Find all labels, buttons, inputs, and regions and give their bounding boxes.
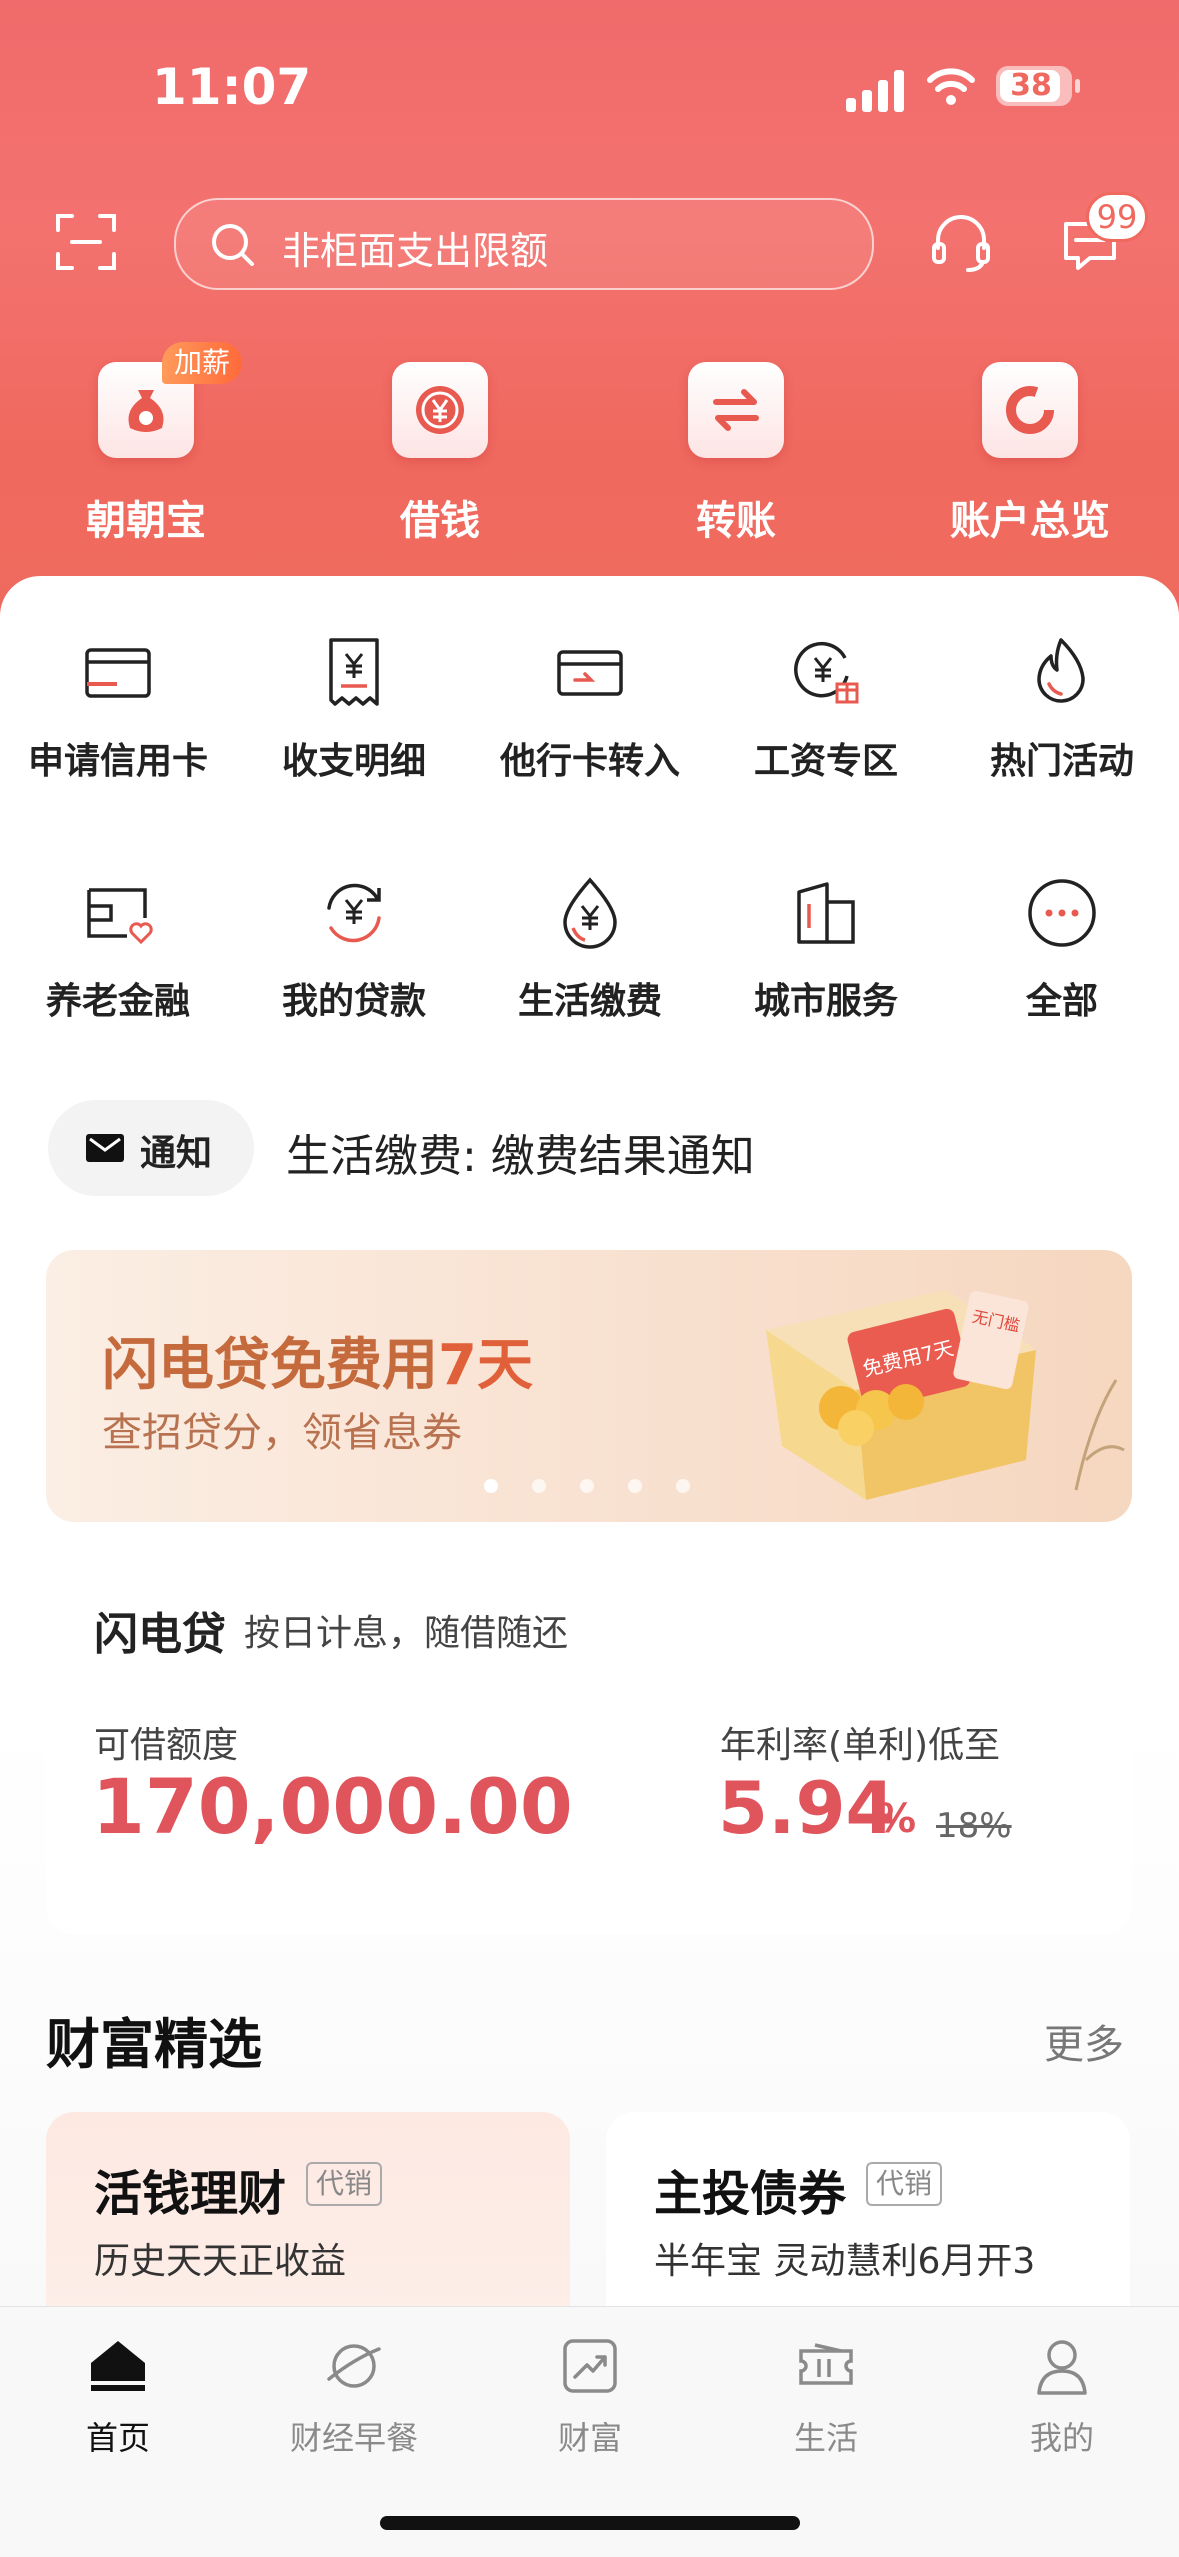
banner-dot-active — [484, 1479, 498, 1493]
banner-dot — [676, 1479, 690, 1493]
more-dots-icon — [1028, 879, 1096, 947]
donut-chart-icon — [1006, 386, 1054, 434]
grid-all-services[interactable]: 全部 — [944, 872, 1179, 1024]
status-time: 11:07 — [152, 58, 312, 116]
more-link[interactable]: 更多 — [1044, 2012, 1124, 2070]
rate-value: 5.94 — [718, 1766, 896, 1850]
water-drop-yuan-icon — [563, 877, 617, 949]
battery-indicator: 38 — [996, 66, 1080, 106]
envelope-icon — [86, 1134, 124, 1162]
flame-icon — [1037, 638, 1085, 703]
grid-transaction-details[interactable]: 收支明细 — [236, 632, 472, 784]
transfer-arrows-icon — [713, 389, 759, 431]
yuan-coin-icon — [416, 386, 464, 434]
receipt-yuan-icon — [329, 638, 379, 706]
grid-hot-activities[interactable]: 热门活动 — [944, 632, 1179, 784]
pension-card-icon — [87, 888, 153, 945]
grid-utility-payment[interactable]: 生活缴费 — [472, 872, 708, 1024]
home-icon — [89, 2341, 147, 2391]
amount-value: 170,000.00 — [92, 1762, 573, 1851]
grid-apply-credit-card[interactable]: 申请信用卡 — [0, 632, 236, 784]
banner-subtitle: 查招贷分，领省息券 — [102, 1410, 462, 1456]
customer-service-icon[interactable] — [928, 210, 994, 276]
message-badge: 99 — [1086, 192, 1148, 242]
gift-box-illustration: 免费用7天 无门槛 — [766, 1290, 1125, 1500]
grid-city-services[interactable]: 城市服务 — [708, 872, 944, 1024]
search-bar[interactable]: 非柜面支出限额 — [174, 198, 874, 290]
loan-name: 闪电贷 — [94, 1609, 226, 1660]
notice-pill[interactable]: 通知 — [48, 1100, 254, 1196]
tab-home[interactable]: 首页 — [0, 2333, 236, 2459]
wealth-card-name: 主投债券 — [654, 2166, 847, 2222]
scan-icon[interactable] — [54, 210, 118, 274]
ticket-icon — [799, 2343, 853, 2385]
salary-gift-icon — [794, 641, 859, 704]
wifi-icon — [927, 68, 975, 105]
feature-tag: 加薪 — [162, 342, 243, 384]
amount-label: 可借额度 — [94, 1725, 239, 1766]
wealth-card-tag: 代销 — [866, 2162, 943, 2206]
feature-account-overview[interactable]: 账户总览 — [930, 362, 1130, 546]
money-bag-icon — [128, 390, 164, 432]
banner-dot — [628, 1479, 642, 1493]
promo-banner[interactable]: 闪电贷免费用7天 查招贷分，领省息券 免费用7天 无门槛 — [46, 1250, 1132, 1522]
home-indicator — [380, 2516, 800, 2530]
city-buildings-icon — [797, 882, 855, 944]
feature-zhaozhaobao[interactable]: 朝朝宝 — [46, 362, 246, 546]
notice-text[interactable]: 生活缴费: 缴费结果通知 — [286, 1120, 755, 1184]
wealth-card-tag: 代销 — [306, 2162, 383, 2206]
grid-pension-finance[interactable]: 养老金融 — [0, 872, 236, 1024]
credit-card-icon — [85, 648, 151, 698]
tab-finance-breakfast[interactable]: 财经早餐 — [236, 2333, 472, 2459]
person-icon — [1037, 2340, 1087, 2395]
wealth-card-desc: 历史天天正收益 — [94, 2241, 347, 2282]
loan-cycle-icon — [327, 883, 381, 943]
search-icon — [212, 224, 254, 266]
grid-salary-zone[interactable]: 工资专区 — [708, 632, 944, 784]
cellular-signal-icon — [846, 68, 910, 112]
rate-label: 年利率(单利)低至 — [720, 1725, 1001, 1766]
loan-desc: 按日计息，随借随还 — [244, 1613, 569, 1654]
original-rate: 18% — [936, 1806, 1012, 1846]
grid-my-loans[interactable]: 我的贷款 — [236, 872, 472, 1024]
planet-icon — [327, 2344, 381, 2388]
banner-dot — [532, 1479, 546, 1493]
wealth-card-desc: 半年宝 灵动慧利6月开3 — [654, 2241, 1036, 2282]
card-transfer-in-icon — [557, 650, 623, 696]
rate-unit: % — [876, 1796, 917, 1842]
wealth-card-name: 活钱理财 — [94, 2166, 287, 2222]
search-placeholder: 非柜面支出限额 — [282, 229, 549, 273]
flash-loan-card[interactable]: 闪电贷 按日计息，随借随还 可借额度 170,000.00 年利率(单利)低至 … — [46, 1556, 1132, 1934]
banner-pagination — [484, 1478, 724, 1497]
section-title-wealth: 财富精选 — [46, 2013, 262, 2076]
tab-mine[interactable]: 我的 — [944, 2333, 1179, 2459]
tab-wealth[interactable]: 财富 — [472, 2333, 708, 2459]
banner-dot — [580, 1479, 594, 1493]
grid-other-bank-transfer-in[interactable]: 他行卡转入 — [472, 632, 708, 784]
feature-transfer[interactable]: 转账 — [636, 362, 836, 546]
trend-chart-icon — [563, 2339, 617, 2393]
banner-title: 闪电贷免费用7天 — [102, 1333, 533, 1398]
tab-life[interactable]: 生活 — [708, 2333, 944, 2459]
feature-borrow[interactable]: 借钱 — [340, 362, 540, 546]
